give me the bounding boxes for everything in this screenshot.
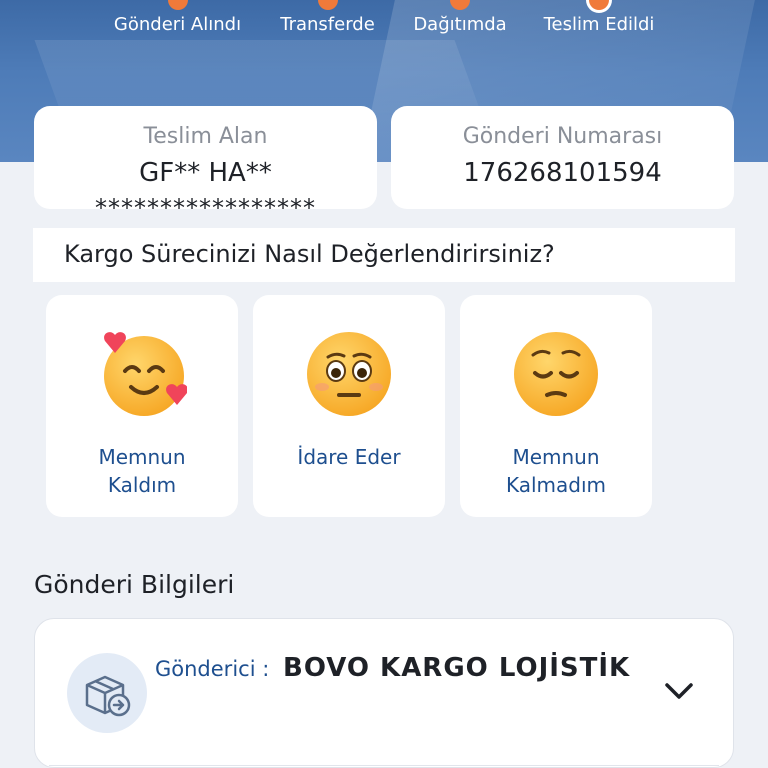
rating-option-satisfied[interactable]: Memnun Kaldım (46, 295, 238, 517)
rating-question-bar: Kargo Sürecinizi Nasıl Değerlendirirsini… (33, 228, 735, 282)
rating-label-line: Kaldım (107, 473, 177, 497)
chevron-down-icon[interactable] (661, 675, 697, 705)
rating-label-line: Memnun (512, 445, 600, 469)
sender-name: BOVO KARGO LOJİSTİK (283, 653, 631, 683)
rating-label-line: Memnun (98, 445, 186, 469)
step-label: Transferde (280, 14, 375, 35)
smiling-face-with-hearts-icon (104, 332, 187, 416)
sender-label: Gönderici : (155, 657, 270, 681)
rating-option-label: İdare Eder (253, 443, 445, 471)
step-label: Teslim Edildi (543, 14, 655, 35)
rating-label-line: Kalmadım (505, 473, 607, 497)
rating-option-label: Memnun Kalmadım (460, 443, 652, 499)
receiver-label: Teslim Alan (143, 124, 268, 149)
flushed-face-icon (307, 332, 391, 416)
rating-option-neutral[interactable]: İdare Eder (253, 295, 445, 517)
rating-label-line: İdare Eder (297, 445, 401, 469)
package-arrow-icon (67, 653, 147, 733)
pensive-face-icon (514, 332, 598, 416)
shipment-number-value: 176268101594 (463, 158, 662, 188)
step-dot (450, 0, 470, 10)
step-label: Dağıtımda (413, 14, 507, 35)
rating-question: Kargo Sürecinizi Nasıl Değerlendirirsini… (64, 240, 555, 268)
section-title: Gönderi Bilgileri (34, 570, 235, 599)
shipment-number-card: Gönderi Numarası 176268101594 (391, 106, 734, 209)
shipment-number-label: Gönderi Numarası (462, 124, 663, 149)
sender-card[interactable]: Gönderici : BOVO KARGO LOJİSTİK (34, 618, 734, 768)
tracking-steps: Gönderi Alındı Transferde Dağıtımda Tesl… (0, 0, 768, 44)
step-dot (317, 0, 338, 10)
receiver-masked: ***************** (95, 194, 316, 209)
rating-option-label: Memnun Kaldım (46, 443, 238, 499)
rating-option-unsatisfied[interactable]: Memnun Kalmadım (460, 295, 652, 517)
divider (49, 765, 719, 766)
receiver-name: GF** HA** (139, 158, 272, 188)
step-dot (167, 0, 188, 10)
receiver-card: Teslim Alan GF** HA** ***************** (34, 106, 377, 209)
step-dot-current (589, 0, 609, 10)
step-label: Gönderi Alındı (113, 14, 242, 35)
